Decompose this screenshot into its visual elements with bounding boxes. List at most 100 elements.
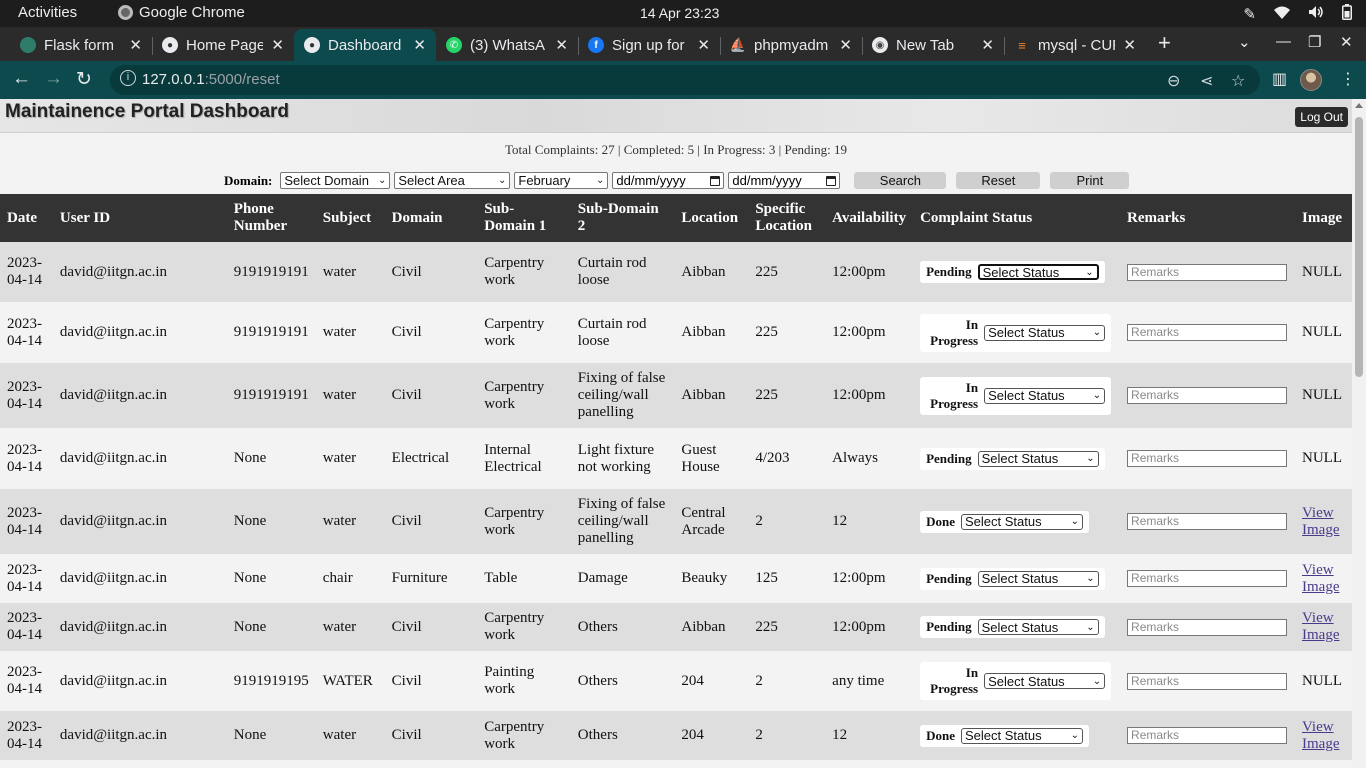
cell-specific-location: 225 bbox=[748, 242, 826, 302]
tab-whatsapp[interactable]: ✆ (3) WhatsA ✕ bbox=[436, 29, 578, 61]
activities-button[interactable]: Activities bbox=[18, 4, 77, 21]
minimize-icon[interactable]: — bbox=[1276, 33, 1291, 50]
app-menu[interactable]: Google Chrome bbox=[118, 4, 245, 21]
url-text[interactable]: 127.0.0.1:5000/reset bbox=[142, 71, 280, 88]
tab-label: mysql - CUR bbox=[1038, 36, 1116, 54]
table-row: 2023-04-14 david@iitgn.ac.in None chair Furn… bbox=[0, 554, 1352, 603]
reload-icon[interactable]: ↻ bbox=[76, 68, 92, 91]
date-to-input[interactable]: dd/mm/yyyy bbox=[728, 172, 841, 189]
close-window-icon[interactable]: ✕ bbox=[1340, 33, 1353, 51]
status-text: In Progress bbox=[930, 316, 979, 348]
status-select[interactable]: Select Status ⌄ bbox=[984, 387, 1106, 404]
zoom-icon[interactable]: ⊖ bbox=[1167, 71, 1180, 91]
area-select-value: Select Area bbox=[398, 173, 465, 188]
side-panel-icon[interactable]: ▥ bbox=[1272, 69, 1287, 89]
status-select-value: Select Status bbox=[964, 514, 1042, 529]
month-select[interactable]: February ⌄ bbox=[514, 172, 609, 189]
status-text: Pending bbox=[926, 570, 972, 586]
chevron-down-icon: ⌄ bbox=[1086, 621, 1095, 633]
address-bar[interactable]: i 127.0.0.1:5000/reset ⊖ ⋖ ☆ bbox=[110, 65, 1260, 95]
logout-button[interactable]: Log Out bbox=[1295, 107, 1348, 127]
close-icon[interactable]: ✕ bbox=[413, 36, 426, 54]
tab-home-page[interactable]: ● Home Page ✕ bbox=[152, 29, 294, 61]
tab-dashboard[interactable]: ● Dashboard ✕ bbox=[294, 29, 436, 61]
status-select[interactable]: Select Status ⌄ bbox=[960, 727, 1083, 744]
print-button[interactable]: Print bbox=[1050, 172, 1130, 189]
cell-subject: chair bbox=[315, 554, 385, 603]
close-icon[interactable]: ✕ bbox=[697, 36, 710, 54]
forward-icon[interactable]: → bbox=[44, 68, 63, 90]
reset-button[interactable]: Reset bbox=[956, 172, 1041, 189]
cell-location: Beauky bbox=[674, 554, 749, 603]
cell-remarks: Remarks bbox=[1120, 489, 1295, 554]
scroll-up-icon[interactable] bbox=[1355, 103, 1363, 108]
status-select[interactable]: Select Status ⌄ bbox=[977, 264, 1099, 280]
close-icon[interactable]: ✕ bbox=[271, 36, 284, 54]
close-icon[interactable]: ✕ bbox=[129, 36, 142, 54]
cell-user-id: david@iitgn.ac.in bbox=[52, 651, 227, 711]
clock[interactable]: 14 Apr 23:23 bbox=[640, 5, 719, 21]
close-icon[interactable]: ✕ bbox=[1123, 36, 1136, 54]
remarks-input[interactable]: Remarks bbox=[1127, 263, 1288, 281]
cell-image: NULL bbox=[1295, 363, 1352, 428]
tab-flask-form[interactable]: Flask form ✕ bbox=[10, 29, 152, 61]
table-header-row: Date User ID Phone Number Subject Domain Sub-… bbox=[0, 194, 1352, 242]
status-select[interactable]: Select Status ⌄ bbox=[977, 570, 1099, 587]
tab-new-tab[interactable]: ◉ New Tab ✕ bbox=[862, 29, 1004, 61]
cell-phone: None bbox=[226, 554, 316, 603]
tab-mysql[interactable]: ≡ mysql - CUR ✕ bbox=[1004, 29, 1146, 61]
status-select[interactable]: Select Status ⌄ bbox=[984, 324, 1106, 341]
view-image-link[interactable]: View Image bbox=[1302, 719, 1339, 752]
status-text: Pending bbox=[926, 264, 972, 279]
status-select[interactable]: Select Status ⌄ bbox=[977, 619, 1099, 635]
tab-label: Home Page bbox=[186, 36, 264, 54]
cell-location: 204 bbox=[674, 711, 749, 760]
view-image-link[interactable]: View Image bbox=[1302, 610, 1339, 643]
cell-subject: WATER bbox=[315, 651, 385, 711]
cell-domain: Electrical bbox=[384, 428, 478, 489]
status-box: Pending Select Status ⌄ bbox=[920, 447, 1105, 470]
tab-search-icon[interactable]: ⌄ bbox=[1238, 33, 1251, 51]
date-from-input[interactable]: dd/mm/yyyy bbox=[612, 172, 725, 189]
scrollbar-thumb[interactable] bbox=[1355, 117, 1363, 377]
view-image-link[interactable]: View Image bbox=[1302, 562, 1339, 595]
table-row: 2023-04-14 david@iitgn.ac.in 9191919191 wat… bbox=[0, 363, 1352, 428]
profile-avatar[interactable] bbox=[1300, 69, 1322, 91]
info-icon[interactable]: i bbox=[120, 70, 136, 86]
cell-user-id: david@iitgn.ac.in bbox=[52, 302, 227, 363]
restore-icon[interactable]: ❐ bbox=[1308, 33, 1321, 51]
domain-select[interactable]: Select Domain ⌄ bbox=[280, 172, 391, 189]
tab-facebook[interactable]: f Sign up for ✕ bbox=[578, 29, 720, 61]
remarks-input[interactable]: Remarks bbox=[1127, 570, 1288, 587]
share-icon[interactable]: ⋖ bbox=[1200, 71, 1213, 91]
bookmark-star-icon[interactable]: ☆ bbox=[1231, 71, 1245, 91]
system-tray[interactable]: ✎ bbox=[1243, 4, 1352, 24]
chevron-down-icon: ⌄ bbox=[378, 175, 387, 186]
search-button[interactable]: Search bbox=[854, 172, 947, 189]
remarks-input[interactable]: Remarks bbox=[1127, 324, 1288, 341]
calendar-icon[interactable] bbox=[710, 175, 721, 186]
tab-strip: Flask form ✕ ● Home Page ✕ ● Dashboard ✕… bbox=[0, 27, 1366, 61]
status-select[interactable]: Select Status ⌄ bbox=[977, 450, 1099, 467]
remarks-input[interactable]: Remarks bbox=[1127, 450, 1288, 467]
status-select[interactable]: Select Status ⌄ bbox=[984, 673, 1106, 689]
remarks-input[interactable]: Remarks bbox=[1127, 727, 1288, 744]
new-tab-button[interactable]: + bbox=[1158, 30, 1171, 56]
chevron-down-icon: ⌄ bbox=[1070, 730, 1079, 741]
cell-sub-domain-2: Fixing of false ceiling/wall panelling bbox=[570, 363, 675, 428]
close-icon[interactable]: ✕ bbox=[839, 36, 852, 54]
close-icon[interactable]: ✕ bbox=[981, 36, 994, 54]
remarks-input[interactable]: Remarks bbox=[1127, 513, 1288, 530]
remarks-input[interactable]: Remarks bbox=[1127, 387, 1288, 404]
page-scrollbar[interactable] bbox=[1352, 99, 1366, 768]
area-select[interactable]: Select Area ⌄ bbox=[394, 172, 511, 189]
calendar-icon[interactable] bbox=[826, 175, 837, 186]
remarks-input[interactable]: Remarks bbox=[1127, 672, 1288, 690]
close-icon[interactable]: ✕ bbox=[555, 36, 568, 54]
status-select[interactable]: Select Status ⌄ bbox=[960, 513, 1083, 530]
menu-kebab-icon[interactable]: ⋮ bbox=[1340, 69, 1356, 89]
back-icon[interactable]: ← bbox=[12, 68, 31, 90]
view-image-link[interactable]: View Image bbox=[1302, 505, 1339, 538]
remarks-input[interactable]: Remarks bbox=[1127, 618, 1288, 636]
tab-phpmyadmin[interactable]: ⛵ phpmyadm ✕ bbox=[720, 29, 862, 61]
